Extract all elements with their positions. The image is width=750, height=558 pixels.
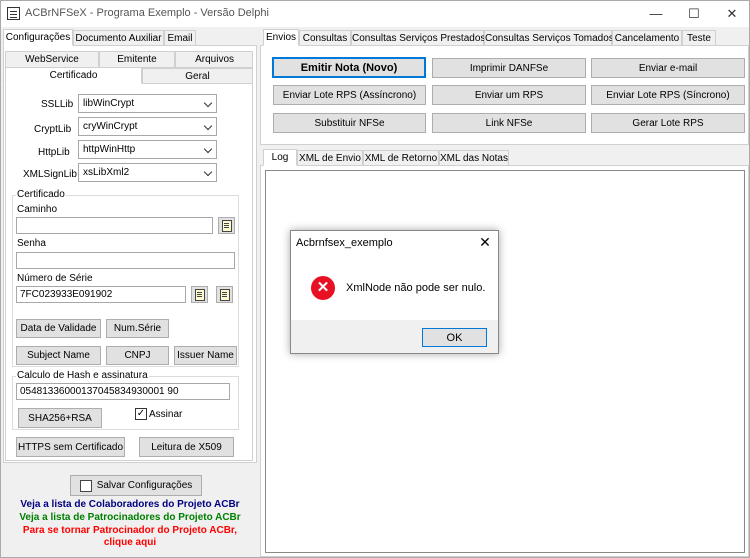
log-memo[interactable] [265, 170, 745, 553]
senha-label: Senha [17, 238, 46, 249]
cnpj-button[interactable]: CNPJ [106, 346, 169, 365]
assinar-label: Assinar [149, 409, 183, 420]
error-dialog: Acbrnfsex_exemplo ✕ ✕ XmlNode não pode s… [290, 230, 499, 354]
link-nfse-button[interactable]: Link NFSe [432, 113, 586, 133]
salvar-configuracoes-button[interactable]: Salvar Configurações [70, 475, 202, 496]
ok-button[interactable]: OK [422, 328, 487, 347]
browse-file-icon[interactable] [218, 217, 235, 234]
httplib-value: httpWinHttp [83, 144, 136, 155]
clique-aqui-link[interactable]: clique aqui [5, 537, 255, 548]
substituir-nfse-button[interactable]: Substituir NFSe [273, 113, 426, 133]
enviar-lote-sincrono-button[interactable]: Enviar Lote RPS (Síncrono) [591, 85, 745, 105]
cryptlib-select[interactable]: cryWinCrypt [78, 117, 217, 136]
https-sem-certificado-button[interactable]: HTTPS sem Certificado [16, 437, 125, 457]
xmlsignlib-select[interactable]: xsLibXml2 [78, 163, 217, 182]
title-bar: ACBrNFSeX - Programa Exemplo - Versão De… [1, 1, 749, 27]
tab-webservice[interactable]: WebService [5, 51, 99, 68]
error-icon: ✕ [311, 276, 335, 300]
enviar-um-rps-button[interactable]: Enviar um RPS [432, 85, 586, 105]
certificado-group-label: Certificado [16, 189, 66, 200]
assinar-checkbox[interactable]: ✓ [135, 408, 147, 420]
leitura-x509-button[interactable]: Leitura de X509 [139, 437, 234, 457]
hash-input[interactable]: 05481336000137045834930001 90 [16, 383, 230, 400]
window-title: ACBrNFSeX - Programa Exemplo - Versão De… [25, 7, 269, 19]
chevron-down-icon [203, 121, 213, 131]
cryptlib-label: CryptLib [34, 124, 72, 135]
dialog-message: XmlNode não pode ser nulo. [346, 282, 486, 294]
serie-label: Número de Série [17, 273, 93, 284]
chevron-down-icon [203, 167, 213, 177]
tab-emitente[interactable]: Emitente [99, 51, 175, 68]
dialog-close-icon[interactable]: ✕ [477, 234, 493, 251]
enviar-email-button[interactable]: Enviar e-mail [591, 58, 745, 78]
caminho-label: Caminho [17, 204, 58, 215]
colaboradores-link[interactable]: Veja a lista de Colaboradores do Projeto… [5, 499, 255, 510]
ssllib-select[interactable]: libWinCrypt [78, 94, 217, 113]
tab-envios[interactable]: Envios [263, 29, 299, 46]
salvar-label: Salvar Configurações [96, 480, 193, 491]
serie-input[interactable]: 7FC023933E091902 [16, 286, 186, 303]
xmlsignlib-label: XMLSignLib [23, 169, 77, 180]
senha-input[interactable] [16, 252, 235, 269]
dialog-title: Acbrnfsex_exemplo [296, 237, 393, 249]
hash-group-label: Calculo de Hash e assinatura [16, 370, 149, 381]
imprimir-danfse-button[interactable]: Imprimir DANFSe [432, 58, 586, 78]
data-validade-button[interactable]: Data de Validade [16, 319, 101, 338]
tab-configuracoes[interactable]: Configurações [3, 29, 73, 46]
select-cert-icon[interactable] [191, 286, 208, 303]
enviar-lote-assincrono-button[interactable]: Enviar Lote RPS (Assíncrono) [273, 85, 426, 105]
tab-certificado[interactable]: Certificado [5, 67, 142, 84]
minimize-button[interactable]: — [641, 4, 671, 24]
app-icon [7, 7, 20, 20]
maximize-button[interactable]: ☐ [679, 4, 709, 24]
httplib-select[interactable]: httpWinHttp [78, 140, 217, 159]
sha256-button[interactable]: SHA256+RSA [18, 408, 102, 428]
num-serie-button[interactable]: Num.Série [106, 319, 169, 338]
ssllib-label: SSLLib [41, 99, 74, 110]
select-cert-file-icon[interactable] [216, 286, 233, 303]
ssllib-value: libWinCrypt [83, 98, 135, 109]
patrocinadores-link[interactable]: Veja a lista de Patrocinadores do Projet… [5, 512, 255, 523]
chevron-down-icon [203, 144, 213, 154]
save-icon [79, 479, 92, 492]
close-button[interactable]: ✕ [717, 4, 747, 24]
tab-log[interactable]: Log [263, 149, 297, 166]
issuer-name-button[interactable]: Issuer Name [174, 346, 237, 365]
caminho-input[interactable] [16, 217, 213, 234]
cryptlib-value: cryWinCrypt [83, 121, 138, 132]
main-window: ACBrNFSeX - Programa Exemplo - Versão De… [0, 0, 750, 558]
subject-name-button[interactable]: Subject Name [16, 346, 101, 365]
tab-arquivos[interactable]: Arquivos [175, 51, 253, 68]
emitir-nota-button[interactable]: Emitir Nota (Novo) [272, 57, 426, 78]
httplib-label: HttpLib [38, 147, 70, 158]
tornar-patrocinador-link[interactable]: Para se tornar Patrocinador do Projeto A… [5, 525, 255, 536]
xmlsignlib-value: xsLibXml2 [83, 167, 130, 178]
chevron-down-icon [203, 98, 213, 108]
gerar-lote-rps-button[interactable]: Gerar Lote RPS [591, 113, 745, 133]
dialog-footer: OK [291, 320, 498, 353]
